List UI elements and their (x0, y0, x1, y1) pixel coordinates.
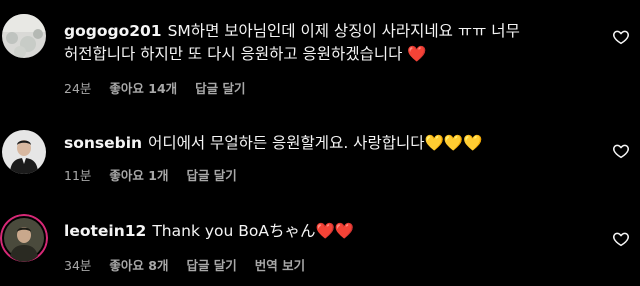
comment-text-line-1: 어디에서 무얼하든 응원할게요. 사랑합니다 (148, 134, 425, 152)
translate-button[interactable]: 번역 보기 (255, 258, 305, 273)
avatar-image (2, 130, 46, 174)
comment-text: 허전합니다 하지만 또 다시 응원하고 응원하겠습니다 ❤️ (64, 43, 584, 66)
comment-time: 34분 (64, 258, 92, 273)
like-button[interactable] (612, 142, 630, 160)
comment-text: gogogo201 SM하면 보아님인데 이제 상징이 사라지네요 ㅠㅠ 너무 (64, 20, 584, 43)
comment-meta: 11분 좋아요 1개 답글 달기 (64, 165, 584, 184)
comment-meta: 24분 좋아요 14개 답글 달기 (64, 78, 584, 97)
red-heart-emoji: ❤️ (407, 45, 427, 63)
red-heart-emoji: ❤️❤️ (315, 222, 355, 240)
comment-text: leotein12 Thank you BoAちゃん❤️❤️ (64, 220, 584, 243)
comment-text: sonsebin 어디에서 무얼하든 응원할게요. 사랑합니다💛💛💛 (64, 132, 584, 155)
reply-button[interactable]: 답글 달기 (195, 81, 245, 96)
comment-item: gogogo201 SM하면 보아님인데 이제 상징이 사라지네요 ㅠㅠ 너무 허… (0, 0, 640, 100)
heart-outline-icon (613, 144, 629, 159)
like-button[interactable] (612, 230, 630, 248)
yellow-heart-emoji: 💛💛💛 (424, 134, 483, 152)
comment-username[interactable]: leotein12 (64, 222, 146, 240)
heart-outline-icon (613, 232, 629, 247)
comment-username[interactable]: gogogo201 (64, 22, 162, 40)
reply-button[interactable]: 답글 달기 (186, 258, 236, 273)
reply-button[interactable]: 답글 달기 (186, 168, 236, 183)
comment-time: 11분 (64, 168, 92, 183)
comment-likes[interactable]: 좋아요 8개 (109, 258, 168, 273)
comment-likes[interactable]: 좋아요 14개 (109, 81, 177, 96)
heart-outline-icon (613, 30, 629, 45)
avatar[interactable] (2, 14, 46, 58)
comment-text-line-2: 허전합니다 하지만 또 다시 응원하고 응원하겠습니다 (64, 45, 403, 63)
comment-text-line-1: Thank you BoAちゃん (152, 222, 316, 240)
comment-item: sonsebin 어디에서 무얼하든 응원할게요. 사랑합니다💛💛💛 11분 좋아… (0, 100, 640, 200)
like-button[interactable] (612, 28, 630, 46)
avatar[interactable] (2, 130, 46, 174)
comment-username[interactable]: sonsebin (64, 134, 142, 152)
comment-likes[interactable]: 좋아요 1개 (109, 168, 168, 183)
comment-item: leotein12 Thank you BoAちゃん❤️❤️ 34분 좋아요 8개… (0, 200, 640, 286)
comment-time: 24분 (64, 81, 92, 96)
avatar-image (0, 214, 48, 262)
comment-meta: 34분 좋아요 8개 답글 달기 번역 보기 (64, 255, 584, 274)
avatar[interactable] (0, 214, 48, 262)
comment-text-line-1: SM하면 보아님인데 이제 상징이 사라지네요 ㅠㅠ 너무 (167, 22, 520, 40)
avatar-image (2, 14, 46, 58)
